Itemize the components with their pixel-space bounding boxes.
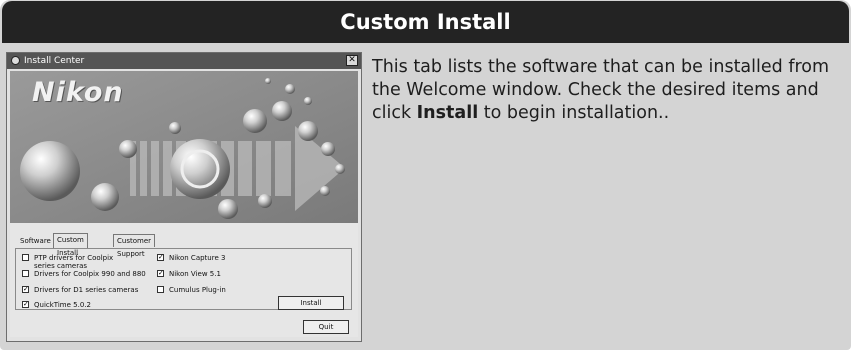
install-center-window: Install Center ✕ Nikon Software Custom I… xyxy=(6,52,362,342)
option-label: Cumulus Plug-in xyxy=(169,286,226,294)
option-d1-drivers[interactable]: ✓ Drivers for D1 series cameras xyxy=(22,286,152,294)
checkbox-icon[interactable] xyxy=(22,254,29,261)
window-title-bar: Install Center ✕ xyxy=(7,53,361,69)
page-frame: Custom Install Install Center ✕ Nikon So… xyxy=(0,0,851,350)
checkbox-checked-icon[interactable]: ✓ xyxy=(157,270,164,277)
section-header: Custom Install xyxy=(2,1,849,43)
tab-customer-support[interactable]: Customer Support xyxy=(113,234,156,258)
install-button[interactable]: Install xyxy=(278,296,344,310)
install-keyword: Install xyxy=(416,103,479,123)
option-label: Drivers for D1 series cameras xyxy=(34,286,139,294)
section-title: Custom Install xyxy=(340,10,511,34)
window-title: Install Center xyxy=(24,56,85,66)
nikon-logo: Nikon xyxy=(32,77,124,108)
checkbox-checked-icon[interactable]: ✓ xyxy=(22,286,29,293)
option-quicktime[interactable]: ✓ QuickTime 5.0.2 xyxy=(22,301,152,309)
tab-software[interactable]: Software xyxy=(17,235,54,248)
close-icon[interactable]: ✕ xyxy=(346,55,358,66)
option-label: QuickTime 5.0.2 xyxy=(34,301,91,309)
checkbox-checked-icon[interactable]: ✓ xyxy=(157,254,164,261)
app-icon xyxy=(11,56,20,65)
option-label: Drivers for Coolpix 990 and 880 xyxy=(34,270,146,278)
option-label: Nikon View 5.1 xyxy=(169,270,221,278)
option-cumulus-plugin[interactable]: Cumulus Plug-in xyxy=(157,286,277,294)
option-coolpix-990-drivers[interactable]: Drivers for Coolpix 990 and 880 xyxy=(22,270,152,278)
checkbox-icon[interactable] xyxy=(157,286,164,293)
quit-button[interactable]: Quit xyxy=(303,320,349,334)
banner-graphic: Nikon xyxy=(10,71,358,223)
description-text: This tab lists the software that can be … xyxy=(372,56,842,125)
tab-custom-install[interactable]: Custom Install xyxy=(53,233,88,257)
option-label: Nikon Capture 3 xyxy=(169,254,226,262)
install-panel: Software Custom Install Customer Support… xyxy=(10,223,358,337)
description-outro: to begin installation.. xyxy=(478,103,670,123)
option-nikon-capture[interactable]: ✓ Nikon Capture 3 xyxy=(157,254,277,262)
checkbox-icon[interactable] xyxy=(22,270,29,277)
checkbox-checked-icon[interactable]: ✓ xyxy=(22,301,29,308)
option-nikon-view[interactable]: ✓ Nikon View 5.1 xyxy=(157,270,277,278)
